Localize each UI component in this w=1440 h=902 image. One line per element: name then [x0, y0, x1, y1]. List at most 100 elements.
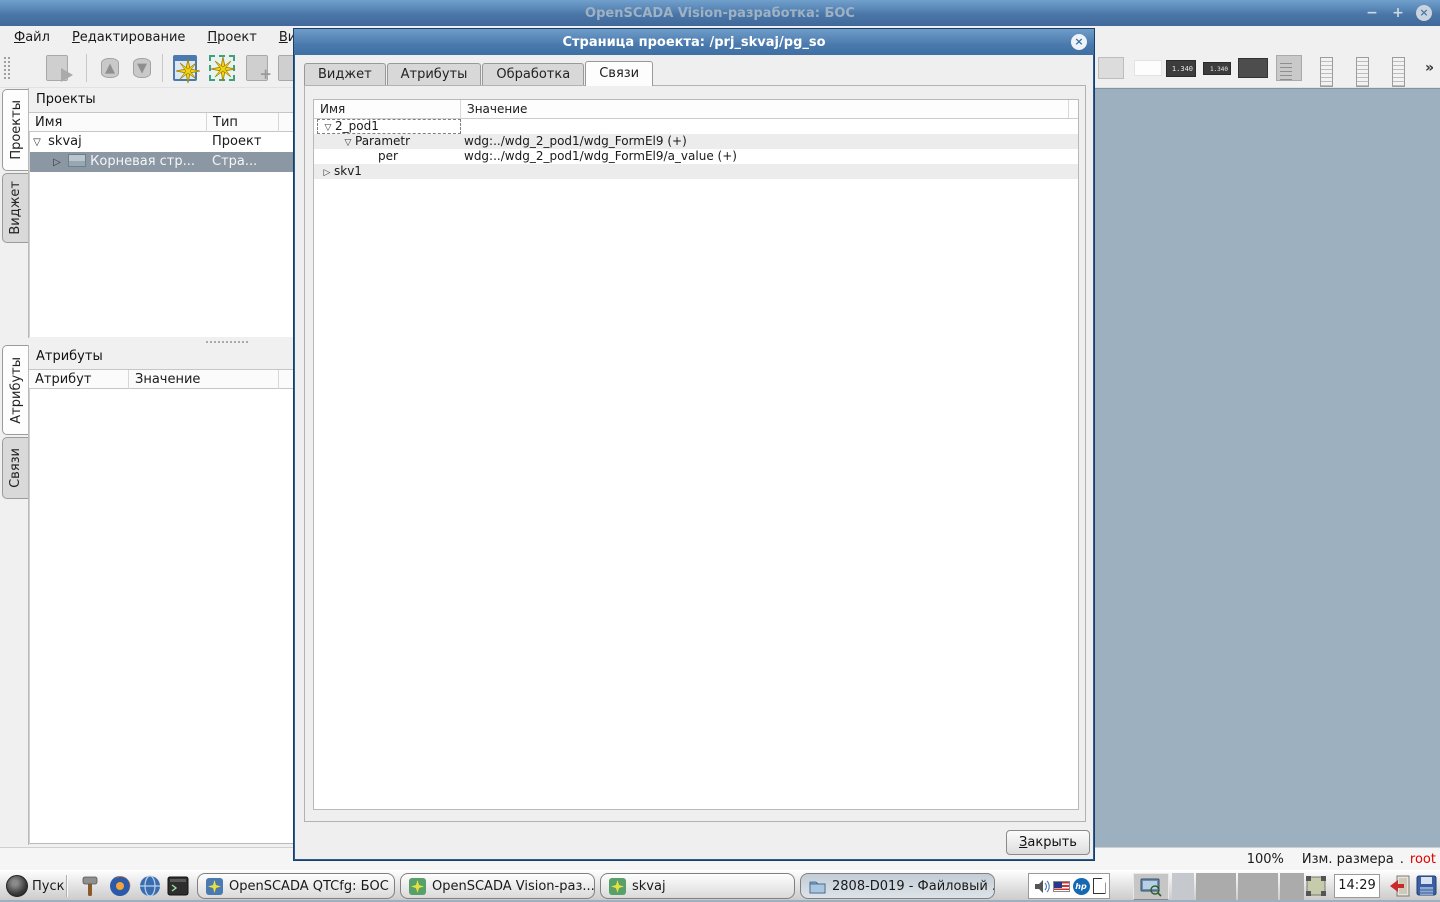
start-menu-icon: [6, 875, 28, 897]
save-db-icon[interactable]: ▼: [126, 52, 158, 84]
column-header-name[interactable]: Имя: [29, 113, 207, 132]
link-row-skv1[interactable]: ▷skv1: [314, 164, 1078, 179]
column-header-name[interactable]: Имя: [314, 100, 461, 118]
workspace-4[interactable]: [1280, 873, 1304, 900]
taskbar-button-qtcfg[interactable]: OpenSCADA QTCfg: БОС: [197, 873, 395, 899]
page-thumbnail-icon: [68, 154, 86, 167]
link-row-2pod1[interactable]: ▽2_pod1: [314, 119, 1078, 134]
tab-processing[interactable]: Обработка: [482, 63, 584, 86]
column-header-attribute[interactable]: Атрибут: [29, 370, 129, 389]
vertical-slider-icon[interactable]: [1383, 52, 1415, 84]
dialog-titlebar[interactable]: Страница проекта: /prj_skvaj/pg_so ×: [294, 29, 1094, 55]
tool-launcher-icon[interactable]: [78, 874, 102, 898]
close-dialog-button[interactable]: Закрыть: [1006, 830, 1090, 855]
zoom-level: 100%: [1247, 852, 1284, 867]
links-tab-page: Имя Значение ▽2_pod1 ▽Parametr wdg:../wd…: [304, 85, 1086, 822]
main-window-titlebar[interactable]: OpenSCADA Vision-разработка: БОС − + ×: [0, 0, 1440, 26]
text-widget-icon[interactable]: [1132, 52, 1164, 84]
new-widget-icon[interactable]: [206, 52, 238, 84]
workspace-3[interactable]: [1238, 873, 1278, 900]
tab-widget[interactable]: Виджет: [304, 63, 386, 86]
toolbar-separator: [162, 54, 163, 82]
user-label: root: [1410, 852, 1436, 867]
dock-tab-attributes[interactable]: Атрибуты: [2, 345, 29, 435]
attributes-panel: Атрибуты Атрибут Значение: [28, 345, 293, 845]
link-row-per[interactable]: per wdg:../wdg_2_pod1/wdg_FormEl9/a_valu…: [314, 149, 1078, 164]
expander-open-icon[interactable]: ▽: [30, 133, 44, 153]
menu-item-edit[interactable]: Редактирование: [72, 30, 185, 45]
taskbar-button-file-manager[interactable]: 2808-D019 - Файловый ...: [800, 873, 995, 899]
links-tree-header: Имя Значение: [314, 100, 1078, 119]
workspace-2[interactable]: [1196, 873, 1236, 900]
logout-icon[interactable]: [1389, 875, 1413, 901]
volume-icon[interactable]: [1033, 878, 1050, 895]
list-widget-icon[interactable]: [1273, 52, 1305, 84]
tab-attributes[interactable]: Атрибуты: [387, 63, 482, 86]
run-widget-icon[interactable]: [42, 52, 74, 84]
openscada-icon: [409, 878, 426, 895]
system-tray: hp: [1028, 873, 1110, 899]
load-db-icon[interactable]: ▲: [94, 52, 126, 84]
dark-panel-icon[interactable]: [1237, 52, 1269, 84]
tab-links[interactable]: Связи: [585, 61, 653, 86]
add-widget-icon[interactable]: +: [242, 52, 274, 84]
dock-splitter[interactable]: [0, 338, 293, 345]
lcd-display-small-icon[interactable]: 1.340: [1201, 52, 1233, 84]
close-icon[interactable]: ×: [1416, 5, 1432, 21]
workspace-pager: [1172, 873, 1304, 900]
dock-tab-widget[interactable]: Виджет: [2, 173, 28, 243]
toolbar-drag-handle[interactable]: [3, 56, 11, 80]
star-icon: [210, 56, 236, 82]
menu-item-project[interactable]: Проект: [207, 30, 256, 45]
expander-closed-icon[interactable]: ▷: [50, 153, 64, 173]
tree-row-root-page[interactable]: ▷ Корневая стр... Стра...: [30, 152, 293, 172]
vertical-slider-icon[interactable]: [1311, 52, 1343, 84]
start-button[interactable]: Пуск: [6, 873, 64, 899]
dock-tab-links[interactable]: Связи: [2, 437, 28, 499]
minimize-icon[interactable]: −: [1364, 5, 1380, 21]
tree-row-skvaj[interactable]: ▽ skvaj Проект: [30, 132, 293, 152]
column-header-type[interactable]: Тип: [207, 113, 279, 132]
dock-tab-projects[interactable]: Проекты: [2, 89, 29, 171]
new-project-icon[interactable]: [170, 52, 202, 84]
terminal-launcher-icon[interactable]: [166, 874, 190, 898]
attributes-table-body: [29, 389, 293, 844]
session-save-icon[interactable]: [1416, 875, 1437, 900]
show-desktop-icon[interactable]: [1305, 875, 1327, 901]
firefox-launcher-icon[interactable]: [108, 874, 132, 898]
taskbar-button-skvaj[interactable]: skvaj: [600, 873, 795, 899]
browser-globe-launcher-icon[interactable]: [138, 874, 162, 898]
status-dot: .: [1400, 852, 1404, 867]
resize-mode-label: Изм. размера: [1302, 852, 1394, 867]
keyboard-layout-flag-icon[interactable]: [1053, 881, 1070, 892]
hp-icon[interactable]: hp: [1073, 878, 1090, 895]
project-page-dialog: Страница проекта: /prj_skvaj/pg_so × Вид…: [293, 28, 1095, 861]
dialog-close-icon[interactable]: ×: [1071, 34, 1087, 50]
links-tree: Имя Значение ▽2_pod1 ▽Parametr wdg:../wd…: [313, 99, 1079, 810]
desktop: OpenSCADA Vision-разработка: БОС − + × Ф…: [0, 0, 1440, 900]
maximize-icon[interactable]: +: [1390, 5, 1406, 21]
attributes-table-header: Атрибут Значение: [29, 369, 293, 389]
toolbar-overflow-chevron-icon[interactable]: »: [1425, 60, 1434, 76]
screen-resize-tray-button[interactable]: [1133, 873, 1169, 900]
toolbar-separator: [86, 54, 87, 82]
vertical-slider-icon[interactable]: [1347, 52, 1379, 84]
main-window-title: OpenSCADA Vision-разработка: БОС: [585, 6, 855, 21]
document-tray-icon[interactable]: [1093, 878, 1106, 894]
column-header-value[interactable]: Значение: [129, 370, 279, 389]
left-dock: Проекты Виджет Атрибуты Связи Проекты Им…: [0, 88, 293, 847]
menu-item-file[interactable]: Файл: [14, 30, 50, 45]
lcd-display-icon[interactable]: 1.340: [1165, 52, 1197, 84]
window-controls: − + ×: [1364, 0, 1432, 26]
projects-panel: Проекты Имя Тип ▽ skvaj Проект ▷ Корнева…: [28, 88, 293, 338]
column-header-value[interactable]: Значение: [461, 100, 1069, 118]
folder-icon: [809, 878, 826, 895]
form-panel-icon[interactable]: [1097, 52, 1129, 84]
link-row-parametr[interactable]: ▽Parametr wdg:../wdg_2_pod1/wdg_FormEl9 …: [314, 134, 1078, 149]
workspace-1[interactable]: [1172, 873, 1194, 900]
openscada-icon: [206, 878, 223, 895]
clock[interactable]: 14:29: [1334, 874, 1380, 898]
taskbar-button-vision[interactable]: OpenSCADA Vision-раз...: [400, 873, 595, 899]
expander-closed-icon[interactable]: ▷: [320, 166, 334, 181]
taskbar-separator: [66, 875, 68, 897]
